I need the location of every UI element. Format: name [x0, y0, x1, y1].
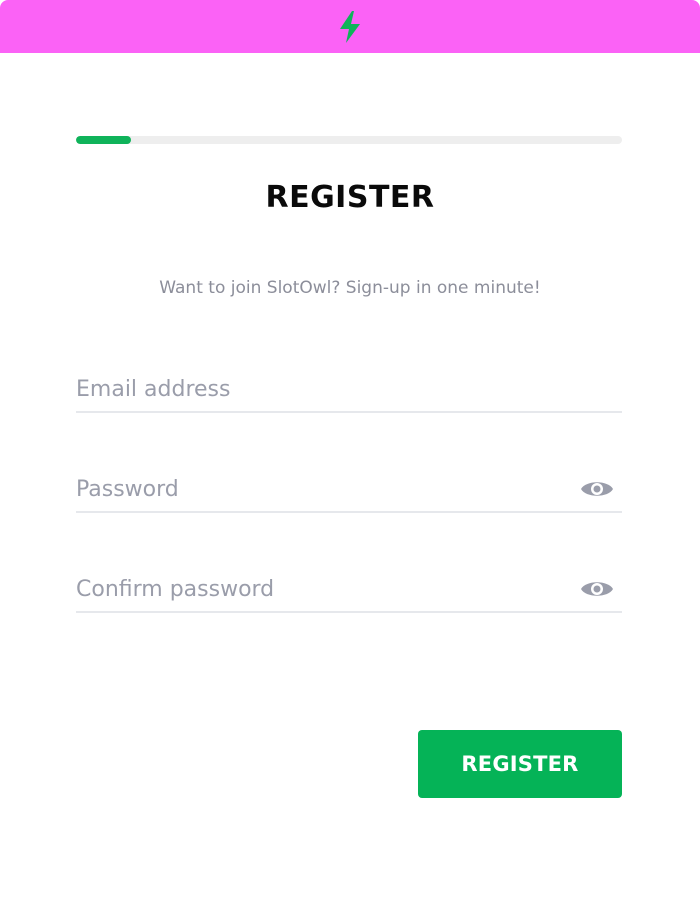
password-field-container: [76, 467, 622, 513]
eye-icon[interactable]: [580, 577, 614, 601]
page-title: REGISTER: [265, 180, 435, 215]
eye-icon[interactable]: [580, 477, 614, 501]
page-subtitle: Want to join SlotOwl? Sign-up in one min…: [159, 278, 541, 298]
register-button[interactable]: REGISTER: [418, 730, 622, 798]
register-window: REGISTER Want to join SlotOwl? Sign-up i…: [0, 0, 700, 906]
email-field-container: [76, 367, 622, 413]
password-field[interactable]: [76, 467, 556, 511]
confirm-password-field[interactable]: [76, 567, 556, 611]
progress-bar-fill: [76, 136, 131, 144]
lightning-bolt-icon: [338, 10, 362, 44]
progress-bar: [76, 136, 622, 144]
header-bar: [0, 0, 700, 53]
email-field[interactable]: [76, 367, 556, 411]
confirm-password-field-container: [76, 567, 622, 613]
